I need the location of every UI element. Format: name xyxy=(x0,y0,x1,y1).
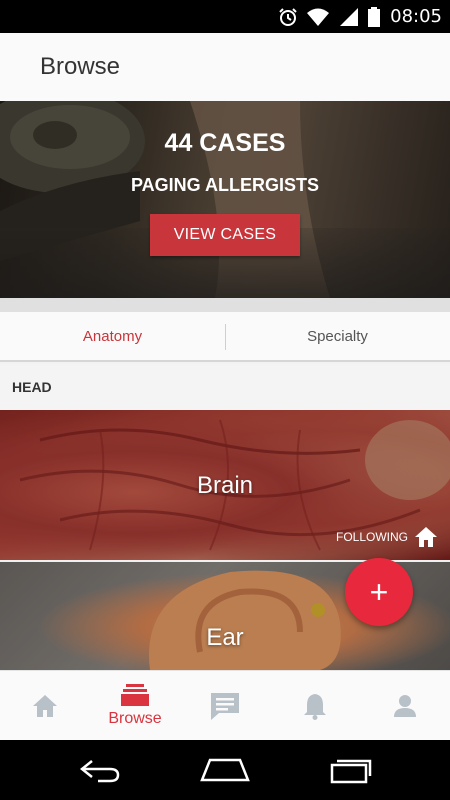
tab-anatomy[interactable]: Anatomy xyxy=(0,312,225,360)
category-card-brain[interactable]: Brain FOLLOWING xyxy=(0,410,450,560)
following-badge[interactable]: FOLLOWING xyxy=(336,526,438,548)
hero-subtitle: PAGING ALLERGISTS xyxy=(130,175,319,195)
nav-notifications[interactable] xyxy=(290,671,340,741)
category-label: Ear xyxy=(206,624,244,651)
nav-home[interactable] xyxy=(20,671,70,741)
app-bar: Browse xyxy=(0,33,450,101)
nav-messages[interactable] xyxy=(200,671,250,741)
nav-browse[interactable]: Browse xyxy=(95,671,175,741)
bottom-nav: Browse xyxy=(0,670,450,740)
hero-banner: 44 CASES PAGING ALLERGISTS VIEW CASES xyxy=(0,101,450,298)
status-time: 08:05 xyxy=(390,6,442,27)
battery-icon xyxy=(368,6,381,27)
alarm-icon xyxy=(279,7,297,26)
wifi-icon xyxy=(307,8,330,26)
section-header: HEAD xyxy=(0,364,450,410)
nav-profile[interactable] xyxy=(380,671,430,741)
nav-browse-label: Browse xyxy=(108,710,162,727)
browse-tabs: Anatomy Specialty xyxy=(0,312,450,362)
back-icon[interactable] xyxy=(78,755,122,785)
plus-icon: + xyxy=(369,574,389,610)
page-title: Browse xyxy=(40,53,121,80)
view-cases-button[interactable]: VIEW CASES xyxy=(150,214,300,256)
signal-icon xyxy=(340,7,359,26)
home-icon xyxy=(415,527,437,547)
bell-icon xyxy=(304,694,326,720)
status-icons: 08:05 xyxy=(278,0,442,33)
browse-icon xyxy=(121,684,149,706)
tab-divider xyxy=(225,324,226,350)
recents-icon[interactable] xyxy=(328,755,374,785)
section-gap xyxy=(0,298,450,312)
add-case-button[interactable]: + xyxy=(345,558,413,626)
section-label: HEAD xyxy=(12,379,52,395)
status-bar: 08:05 xyxy=(0,0,450,33)
home-icon xyxy=(33,695,57,717)
case-count: 44 CASES xyxy=(164,129,286,157)
category-label: Brain xyxy=(196,472,254,499)
following-label: FOLLOWING xyxy=(335,530,408,544)
home-button-icon[interactable] xyxy=(200,755,250,785)
profile-icon xyxy=(394,695,416,717)
tab-specialty[interactable]: Specialty xyxy=(225,312,450,360)
system-nav-bar xyxy=(0,740,450,800)
chat-icon xyxy=(211,693,239,720)
